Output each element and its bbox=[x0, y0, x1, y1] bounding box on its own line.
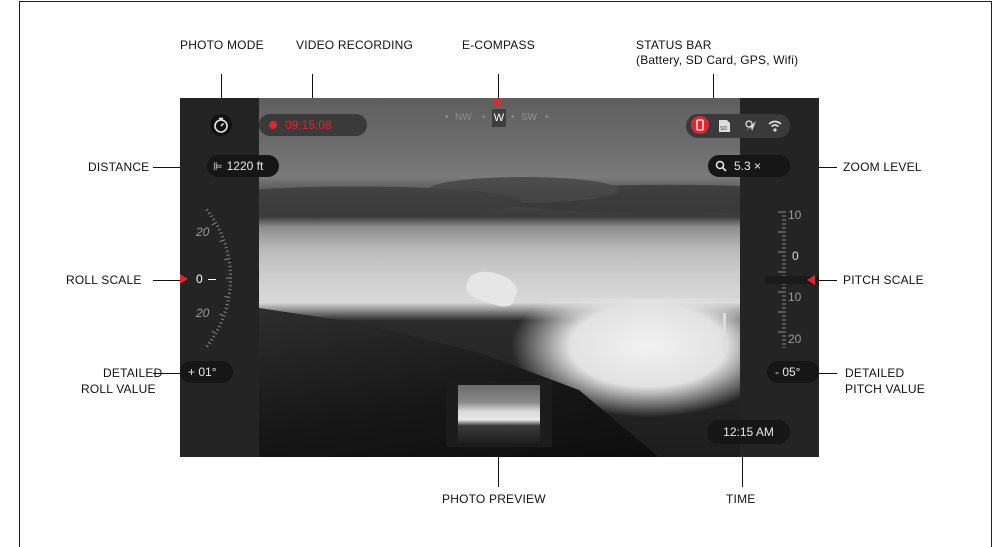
roll-label-top: 20 bbox=[196, 225, 210, 239]
roll-scale-tick bbox=[205, 344, 209, 348]
roll-scale-tick bbox=[211, 221, 218, 226]
roll-scale-tick bbox=[226, 300, 230, 302]
compass-dot-icon: • bbox=[511, 112, 515, 123]
distance-readout: ⊫ 1220 ft bbox=[207, 155, 279, 177]
roll-scale-tick bbox=[224, 307, 228, 310]
roll-scale-tick bbox=[211, 330, 218, 335]
recording-indicator: 09:15:08 bbox=[259, 114, 367, 136]
roll-scale-tick bbox=[220, 235, 225, 238]
recording-time: 09:15:08 bbox=[285, 118, 332, 132]
roll-scale-tick bbox=[224, 295, 231, 298]
viewfinder-screen: 09:15:08 • NW • W • SW • SD ⊫ 1220 ft 5.3… bbox=[180, 98, 819, 457]
magnifier-icon bbox=[715, 160, 727, 172]
roll-scale-tick bbox=[223, 311, 227, 314]
roll-current-value: 0 bbox=[196, 272, 203, 286]
roll-scale-tick bbox=[219, 321, 223, 325]
roll-scale-tick bbox=[217, 228, 221, 231]
photo-mode-button[interactable] bbox=[210, 114, 232, 136]
roll-scale-tick bbox=[205, 208, 209, 212]
status-bar: SD bbox=[686, 114, 790, 138]
roll-label-bottom: 20 bbox=[196, 306, 210, 320]
compass-pointer-icon bbox=[493, 100, 503, 108]
callout-status-bar-sub: (Battery, SD Card, GPS, Wifi) bbox=[636, 53, 799, 67]
roll-scale-tick bbox=[220, 318, 225, 321]
distance-value: 1220 ft bbox=[226, 159, 264, 173]
roll-pointer-icon bbox=[180, 274, 188, 284]
roll-scale-tick bbox=[216, 328, 220, 332]
photo-preview-thumbnail bbox=[458, 385, 540, 443]
roll-scale-tick bbox=[210, 214, 214, 218]
roll-scale-tick bbox=[207, 341, 211, 345]
record-dot-icon bbox=[269, 121, 277, 129]
roll-scale-tick bbox=[219, 313, 226, 317]
treeline bbox=[259, 166, 740, 226]
e-compass: • NW • W • SW • bbox=[445, 109, 555, 127]
compass-dot-icon: • bbox=[445, 112, 449, 123]
zoom-readout[interactable]: 5.3 × bbox=[708, 155, 790, 177]
pitch-value-readout: - 05° bbox=[767, 361, 819, 383]
callout-detailed-roll-2: ROLL VALUE bbox=[81, 382, 156, 396]
gps-icon bbox=[744, 119, 758, 133]
compass-dot-icon: • bbox=[482, 112, 486, 123]
roll-scale-tick bbox=[217, 325, 221, 328]
roll-scale-tick bbox=[219, 231, 223, 235]
pitch-label-top: 10 bbox=[788, 208, 802, 222]
roll-center-tick bbox=[208, 279, 216, 280]
roll-scale-tick bbox=[226, 254, 230, 256]
callout-detailed-pitch-2: PITCH VALUE bbox=[845, 382, 925, 396]
pitch-pointer-icon bbox=[807, 275, 815, 285]
roll-scale-tick bbox=[210, 338, 214, 342]
callout-time: TIME bbox=[726, 492, 756, 506]
compass-left-label: NW bbox=[455, 112, 472, 123]
pitch-label-bottom: 20 bbox=[788, 332, 802, 346]
callout-photo-mode: PHOTO MODE bbox=[180, 38, 264, 52]
compass-right-label: SW bbox=[521, 112, 538, 123]
roll-scale-tick bbox=[224, 258, 231, 261]
callout-distance: DISTANCE bbox=[88, 160, 150, 174]
roll-value-readout: + 01° bbox=[180, 361, 233, 383]
callout-zoom-level: ZOOM LEVEL bbox=[843, 160, 922, 174]
battery-icon bbox=[691, 116, 709, 134]
callout-status-bar: STATUS BAR bbox=[636, 38, 712, 52]
callout-photo-preview: PHOTO PREVIEW bbox=[442, 492, 546, 506]
pitch-label-zero: 0 bbox=[792, 249, 799, 263]
timer-icon bbox=[214, 117, 228, 133]
svg-text:SD: SD bbox=[720, 126, 727, 132]
callout-video-recording: VIDEO RECORDING bbox=[296, 38, 414, 52]
callout-detailed-pitch-1: DETAILED bbox=[845, 366, 905, 380]
roll-scale-tick bbox=[223, 242, 227, 245]
clock-readout: 12:15 AM bbox=[707, 420, 790, 444]
callout-e-compass: E-COMPASS bbox=[462, 38, 535, 52]
wifi-icon bbox=[768, 119, 782, 133]
roll-scale-tick bbox=[219, 239, 226, 243]
leader-roll-scale bbox=[153, 280, 183, 281]
roll-scale-tick bbox=[224, 246, 228, 249]
roll-scale-tick bbox=[212, 335, 216, 338]
range-flag-icon: ⊫ bbox=[213, 161, 223, 173]
leader-e-compass bbox=[498, 74, 499, 100]
compass-heading: W bbox=[492, 109, 506, 127]
roll-scale-tick bbox=[225, 250, 229, 253]
leader-photo-preview bbox=[498, 457, 499, 487]
roll-scale-tick bbox=[207, 211, 211, 215]
roll-scale-tick bbox=[212, 218, 216, 221]
callout-roll-scale: ROLL SCALE bbox=[66, 273, 142, 287]
pitch-label-below: 10 bbox=[788, 290, 802, 304]
post-shape bbox=[723, 313, 726, 353]
photo-preview[interactable] bbox=[446, 381, 552, 447]
roll-scale-tick bbox=[225, 303, 229, 306]
leader-detailed-roll bbox=[153, 373, 183, 374]
roll-scale-tick bbox=[216, 224, 220, 228]
sd-card-icon: SD bbox=[717, 119, 731, 133]
roll-scale bbox=[205, 208, 232, 348]
callout-pitch-scale: PITCH SCALE bbox=[843, 273, 924, 287]
compass-dot-icon: • bbox=[545, 112, 549, 123]
zoom-value: 5.3 × bbox=[734, 159, 762, 173]
